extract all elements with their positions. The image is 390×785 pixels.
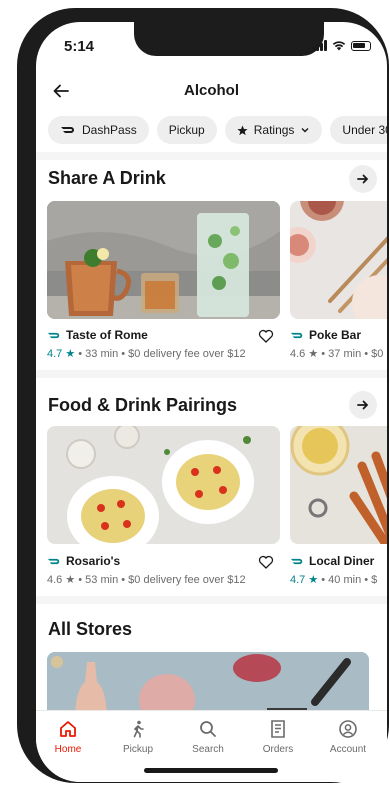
tab-label: Home [54,744,82,755]
delivery-info: • 53 min • $0 delivery fee over $12 [75,574,246,586]
rating-value: 4.6 [290,348,306,360]
notch [134,22,324,56]
rating-value: 4.7 [290,574,306,586]
delivery-info: • 37 min • $0 [318,348,384,360]
tab-label: Pickup [122,744,153,755]
store-name-poke-bar[interactable]: Poke Bar [290,328,361,342]
star-icon: ★ [305,348,319,360]
delivery-info: • 40 min • $ [318,574,378,586]
store-name-label: Rosario's [66,554,121,568]
store-meta-rosarios: 4.6 ★ • 53 min • $0 delivery fee over $1… [47,573,246,586]
page-title: Alcohol [184,82,239,99]
arrow-right-icon [357,174,369,184]
pasta-photo [47,426,280,544]
filter-ratings[interactable]: Ratings [224,116,323,144]
wifi-icon [332,41,346,51]
star-icon: ★ [305,574,319,586]
dashpass-icon [290,332,303,338]
poke-photo [290,201,387,319]
section-divider [36,370,387,378]
store-name-label: Local Diner [309,554,375,568]
store-image-rosarios[interactable] [47,426,280,544]
account-icon [339,720,357,738]
filter-under-30[interactable]: Under 30 [330,116,387,144]
section-title: Share A Drink [48,168,166,188]
phone-frame: 5:14 Alcohol DashPass Pickup Ratings Und… [17,8,389,783]
top-bar: Alcohol [36,74,387,110]
filter-label: Under 30 [342,123,387,137]
status-icons [312,40,371,51]
status-time: 5:14 [64,38,95,55]
section-divider [36,596,387,604]
section-title: All Stores [48,619,133,639]
drinks-photo [47,201,280,319]
star-icon: ★ [62,348,76,360]
filter-chips: DashPass Pickup Ratings Under 30 [48,116,387,144]
store-meta-poke-bar: 4.6 ★ • 37 min • $0 [290,347,383,360]
store-name-rosarios[interactable]: Rosario's [47,554,120,568]
filter-dashpass[interactable]: DashPass [48,116,149,144]
tab-orders[interactable]: Orders [248,719,308,755]
store-image-local-diner[interactable] [290,426,387,544]
battery-icon [351,40,371,51]
store-image-poke-bar[interactable] [290,201,387,319]
tab-label: Account [329,744,367,755]
tab-search[interactable]: Search [178,719,238,755]
store-name-label: Poke Bar [309,328,362,342]
store-name-local-diner[interactable]: Local Diner [290,554,374,568]
store-meta-local-diner: 4.7 ★ • 40 min • $ [290,573,377,586]
store-meta-taste-of-rome: 4.7 ★ • 33 min • $0 delivery fee over $1… [47,347,246,360]
dashpass-icon [290,558,303,564]
filter-label: Pickup [168,123,205,137]
dashpass-icon [47,558,60,564]
heart-icon[interactable] [258,554,274,570]
filter-label: Ratings [253,123,295,137]
home-indicator [144,768,278,773]
see-all-button[interactable] [349,165,377,193]
store-image-taste-of-rome[interactable] [47,201,280,319]
star-icon: ★ [62,574,76,586]
rating-value: 4.6 [47,574,63,586]
rating-value: 4.7 [47,348,63,360]
receipt-icon [271,720,285,738]
star-icon [237,125,248,135]
cellular-signal-icon [312,40,327,51]
dashpass-icon [47,332,60,338]
tab-home[interactable]: Home [38,719,98,755]
dashpass-icon [61,127,74,133]
section-divider [36,152,387,160]
tab-account[interactable]: Account [318,719,378,755]
arrow-right-icon [357,400,369,410]
section-title: Food & Drink Pairings [48,395,238,415]
tab-pickup[interactable]: Pickup [108,719,168,755]
store-name-taste-of-rome[interactable]: Taste of Rome [47,328,148,342]
delivery-info: • 33 min • $0 delivery fee over $12 [75,348,246,360]
tab-label: Search [192,744,224,755]
diner-photo [290,426,387,544]
filter-label: DashPass [82,123,137,137]
app-screen: 5:14 Alcohol DashPass Pickup Ratings Und… [36,22,387,782]
walking-icon [133,720,144,738]
store-name-label: Taste of Rome [66,328,148,342]
tab-label: Orders [262,744,294,755]
filter-pickup[interactable]: Pickup [156,116,217,144]
search-icon [200,721,216,737]
home-icon [60,721,76,737]
chevron-down-icon [301,128,309,133]
heart-icon[interactable] [258,328,274,344]
see-all-button[interactable] [349,391,377,419]
